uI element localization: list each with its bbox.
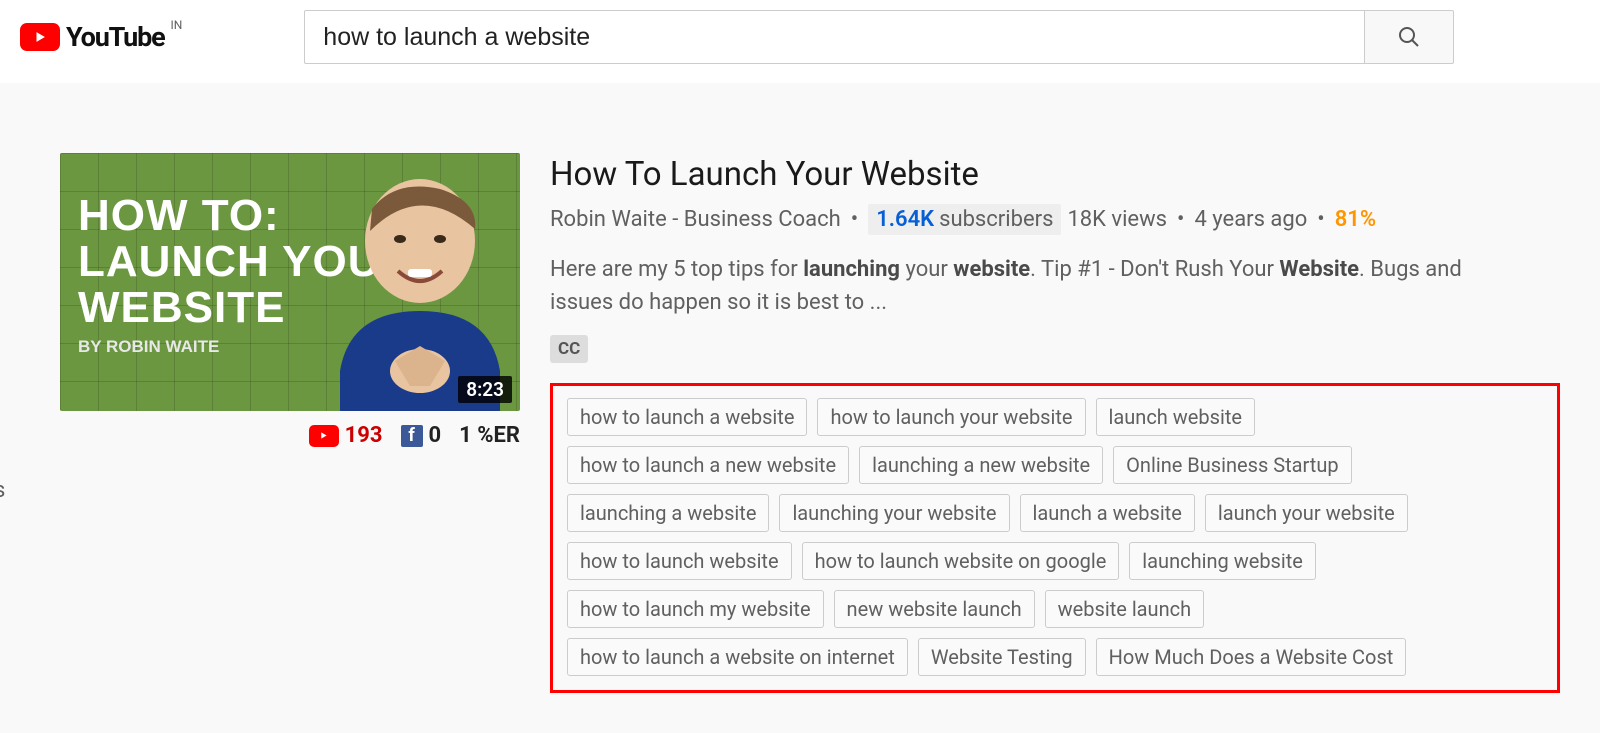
subscriber-badge: 1.64K subscribers bbox=[868, 204, 1061, 235]
truncated-sidebar-char: s bbox=[0, 478, 5, 503]
tag-chip[interactable]: new website launch bbox=[834, 590, 1035, 628]
header: YouTube IN bbox=[0, 0, 1600, 83]
tag-chip[interactable]: launch your website bbox=[1205, 494, 1408, 532]
youtube-play-icon bbox=[20, 23, 60, 51]
video-description: Here are my 5 top tips for launching you… bbox=[550, 253, 1510, 319]
youtube-logo[interactable]: YouTube IN bbox=[20, 21, 180, 53]
closed-captions-badge: CC bbox=[550, 335, 588, 363]
view-count: 18K views bbox=[1067, 207, 1167, 232]
tag-chip[interactable]: launching your website bbox=[779, 494, 1009, 532]
video-title[interactable]: How To Launch Your Website bbox=[550, 155, 1560, 194]
separator-dot bbox=[847, 207, 862, 232]
tag-chip[interactable]: website launch bbox=[1045, 590, 1204, 628]
youtube-region: IN bbox=[170, 18, 182, 32]
tag-chip[interactable]: how to launch a website bbox=[567, 398, 807, 436]
video-thumbnail[interactable]: HOW TO: LAUNCH YOUR WEBSITE BY ROBIN WAI… bbox=[60, 153, 520, 411]
tag-chip[interactable]: how to launch website on google bbox=[802, 542, 1120, 580]
like-rating: 81% bbox=[1335, 207, 1376, 232]
facebook-share-count: 0 bbox=[429, 423, 442, 448]
tag-chip[interactable]: how to launch a new website bbox=[567, 446, 849, 484]
video-duration: 8:23 bbox=[458, 376, 512, 403]
tag-chip[interactable]: launching website bbox=[1129, 542, 1316, 580]
facebook-stat: f 0 bbox=[401, 423, 442, 448]
youtube-share-count: 193 bbox=[345, 423, 383, 448]
social-stats: 193 f 0 1 %ER bbox=[60, 423, 520, 448]
video-byline: Robin Waite - Business Coach 1.64K subsc… bbox=[550, 204, 1560, 235]
tags-box: how to launch a website how to launch you… bbox=[550, 383, 1560, 693]
tag-chip[interactable]: launching a website bbox=[567, 494, 769, 532]
facebook-icon: f bbox=[401, 425, 423, 447]
tag-chip[interactable]: how to launch my website bbox=[567, 590, 824, 628]
thumbnail-person-icon bbox=[280, 161, 520, 411]
separator-dot bbox=[1313, 207, 1328, 232]
search-input[interactable] bbox=[304, 10, 1364, 64]
youtube-stat: 193 bbox=[309, 423, 383, 448]
tag-chip[interactable]: how to launch website bbox=[567, 542, 792, 580]
youtube-mini-icon bbox=[309, 425, 339, 447]
search-button[interactable] bbox=[1364, 10, 1454, 64]
search-icon bbox=[1397, 25, 1421, 49]
tag-chip[interactable]: launching a new website bbox=[859, 446, 1103, 484]
search-results: s HOW TO: LAUNCH YOUR WEBSITE BY ROBIN W… bbox=[0, 83, 1600, 733]
tag-chip[interactable]: launch a website bbox=[1020, 494, 1195, 532]
tag-chip[interactable]: Online Business Startup bbox=[1113, 446, 1351, 484]
youtube-wordmark: YouTube bbox=[66, 21, 164, 53]
subscriber-count: 1.64K bbox=[876, 207, 934, 232]
result-item: HOW TO: LAUNCH YOUR WEBSITE BY ROBIN WAI… bbox=[60, 153, 1560, 693]
subscriber-label: subscribers bbox=[939, 207, 1053, 232]
tag-chip[interactable]: How Much Does a Website Cost bbox=[1096, 638, 1407, 676]
search-bar bbox=[304, 10, 1454, 64]
tag-chip[interactable]: launch website bbox=[1096, 398, 1255, 436]
engagement-rate: 1 %ER bbox=[459, 423, 520, 448]
upload-age: 4 years ago bbox=[1194, 207, 1307, 232]
video-metadata: How To Launch Your Website Robin Waite -… bbox=[550, 153, 1560, 693]
tag-chip[interactable]: how to launch your website bbox=[817, 398, 1085, 436]
thumbnail-column: HOW TO: LAUNCH YOUR WEBSITE BY ROBIN WAI… bbox=[60, 153, 520, 448]
channel-name[interactable]: Robin Waite - Business Coach bbox=[550, 207, 841, 232]
tag-chip[interactable]: how to launch a website on internet bbox=[567, 638, 908, 676]
separator-dot bbox=[1173, 207, 1188, 232]
tag-chip[interactable]: Website Testing bbox=[918, 638, 1086, 676]
